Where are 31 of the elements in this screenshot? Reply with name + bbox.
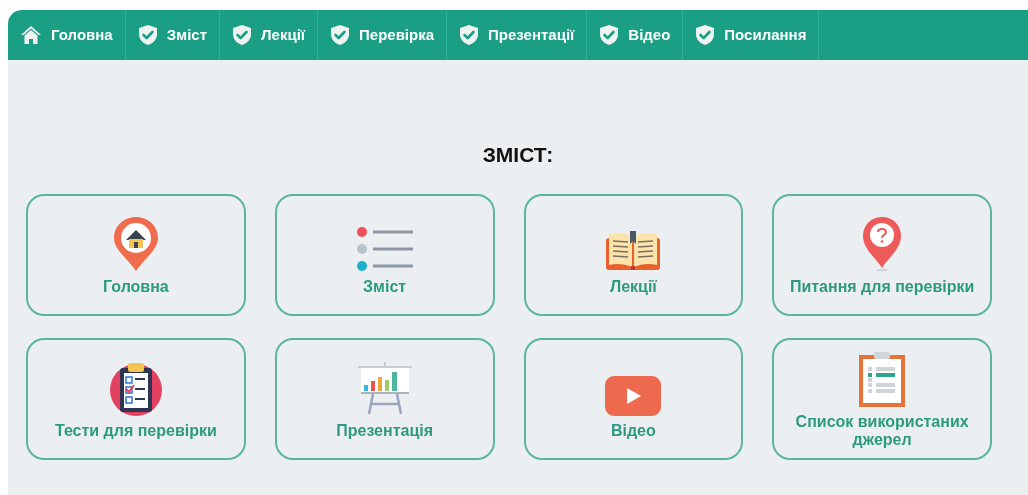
presentation-icon [356, 359, 413, 416]
list-icon [355, 225, 414, 272]
book-icon [605, 229, 662, 272]
card-label: Лекції [609, 277, 657, 296]
menu-card[interactable]: Тести для перевірки [26, 337, 246, 460]
card-label: Головна [103, 277, 169, 296]
shield-check-icon [232, 24, 253, 46]
shield-check-icon [137, 24, 158, 46]
menu-card[interactable]: Головна [26, 193, 246, 316]
clipboard-icon [859, 350, 906, 407]
card-label: Питання для перевірки [789, 277, 975, 296]
menu-card[interactable]: Презентація [274, 337, 495, 460]
shield-check-icon [695, 24, 716, 46]
menu-card[interactable]: Зміст [274, 193, 495, 316]
menu-card[interactable]: Лекції [523, 193, 744, 316]
home-pin-icon [112, 215, 159, 272]
menu-card[interactable]: Список використаних джерел [772, 337, 992, 460]
menu-card[interactable]: Питання для перевірки [772, 193, 992, 316]
menu-card[interactable]: Відео [523, 337, 744, 460]
shield-check-icon [459, 24, 480, 46]
card-label: Відео [610, 421, 656, 440]
question-pin-icon [862, 215, 903, 272]
shield-check-icon [599, 24, 620, 46]
card-label: Тести для перевірки [54, 421, 217, 440]
card-label: Список використаних джерел [794, 412, 970, 449]
shield-check-icon [330, 24, 350, 46]
section-heading: ЗМІСТ: [482, 142, 554, 168]
home-icon [20, 25, 42, 45]
card-label: Зміст [363, 277, 407, 296]
card-label: Презентація [336, 421, 434, 440]
play-icon [605, 375, 662, 416]
